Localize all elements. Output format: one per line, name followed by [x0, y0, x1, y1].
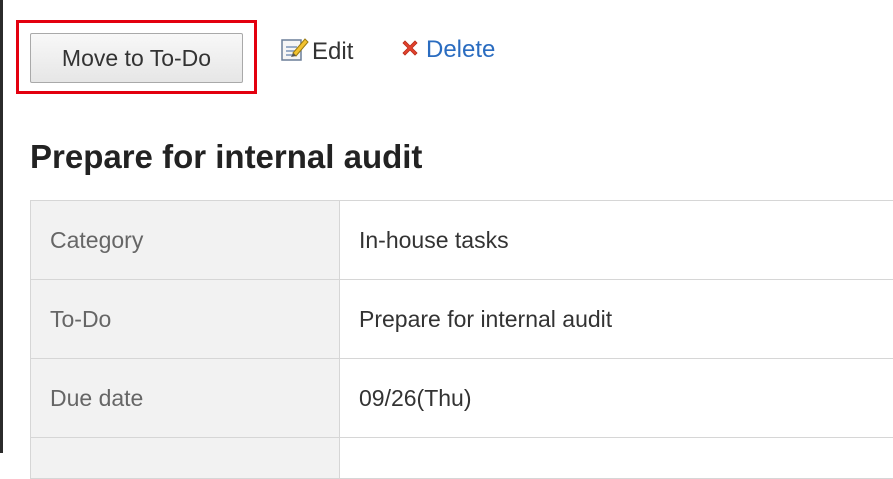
- edit-pencil-icon: [280, 36, 310, 67]
- table-row: [31, 438, 893, 479]
- delete-link[interactable]: Delete: [400, 36, 495, 64]
- empty-label-cell: [31, 438, 340, 479]
- table-row: Due date 09/26(Thu): [31, 359, 893, 438]
- table-row: Category In-house tasks: [31, 201, 893, 280]
- delete-label: Delete: [426, 36, 495, 64]
- move-to-todo-button[interactable]: Move to To-Do: [30, 33, 243, 83]
- category-value: In-house tasks: [340, 201, 893, 280]
- todo-value: Prepare for internal audit: [340, 280, 893, 359]
- due-date-value: 09/26(Thu): [340, 359, 893, 438]
- edit-label: Edit: [312, 38, 353, 66]
- empty-value-cell: [340, 438, 893, 479]
- edit-link[interactable]: Edit: [280, 36, 353, 67]
- window-frame-edge: [0, 0, 3, 453]
- todo-label: To-Do: [31, 280, 340, 359]
- due-date-label: Due date: [31, 359, 340, 438]
- category-label: Category: [31, 201, 340, 280]
- details-table: Category In-house tasks To-Do Prepare fo…: [30, 200, 893, 479]
- delete-x-icon: [400, 38, 420, 63]
- page-title: Prepare for internal audit: [30, 138, 422, 176]
- table-row: To-Do Prepare for internal audit: [31, 280, 893, 359]
